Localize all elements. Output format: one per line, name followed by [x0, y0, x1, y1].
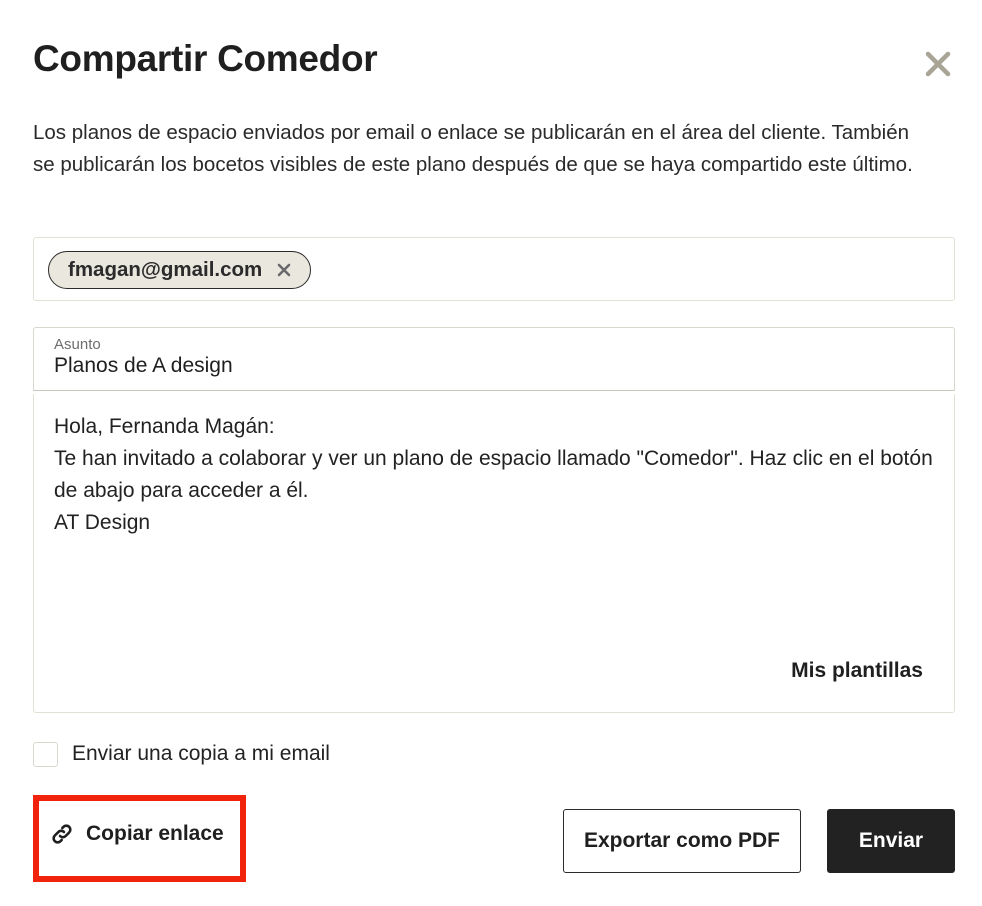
send-button[interactable]: Enviar [827, 809, 955, 873]
close-icon [925, 51, 951, 77]
send-copy-label[interactable]: Enviar una copia a mi email [72, 742, 330, 766]
remove-recipient-button[interactable] [276, 262, 292, 278]
message-field[interactable]: Hola, Fernanda Magán: Te han invitado a … [33, 394, 955, 713]
link-icon [52, 824, 72, 844]
recipient-chip: fmagan@gmail.com [48, 251, 312, 289]
recipients-field[interactable]: fmagan@gmail.com [33, 237, 955, 301]
message-body[interactable]: Hola, Fernanda Magán: Te han invitado a … [54, 411, 939, 539]
message-text: Te han invitado a colaborar y ver un pla… [54, 447, 933, 502]
recipient-email: fmagan@gmail.com [68, 258, 263, 281]
share-dialog: Compartir Comedor Los planos de espacio … [0, 0, 982, 906]
close-button[interactable] [920, 46, 956, 82]
export-pdf-button[interactable]: Exportar como PDF [563, 809, 801, 873]
subject-label: Asunto [54, 336, 101, 353]
message-greeting: Hola, Fernanda Magán: [54, 415, 275, 438]
message-signature: AT Design [54, 511, 151, 534]
dialog-description: Los planos de espacio enviados por email… [33, 121, 913, 176]
subject-input[interactable]: Planos de A design [54, 354, 233, 378]
my-templates-link[interactable]: Mis plantillas [791, 659, 923, 683]
subject-field[interactable]: Asunto Planos de A design [33, 327, 955, 391]
close-icon [277, 263, 291, 277]
dialog-title: Compartir Comedor [33, 38, 378, 79]
send-copy-checkbox[interactable] [33, 741, 58, 767]
send-copy-option: Enviar una copia a mi email [33, 740, 330, 768]
copy-link-label: Copiar enlace [86, 822, 224, 845]
copy-link-button[interactable]: Copiar enlace [50, 822, 224, 846]
